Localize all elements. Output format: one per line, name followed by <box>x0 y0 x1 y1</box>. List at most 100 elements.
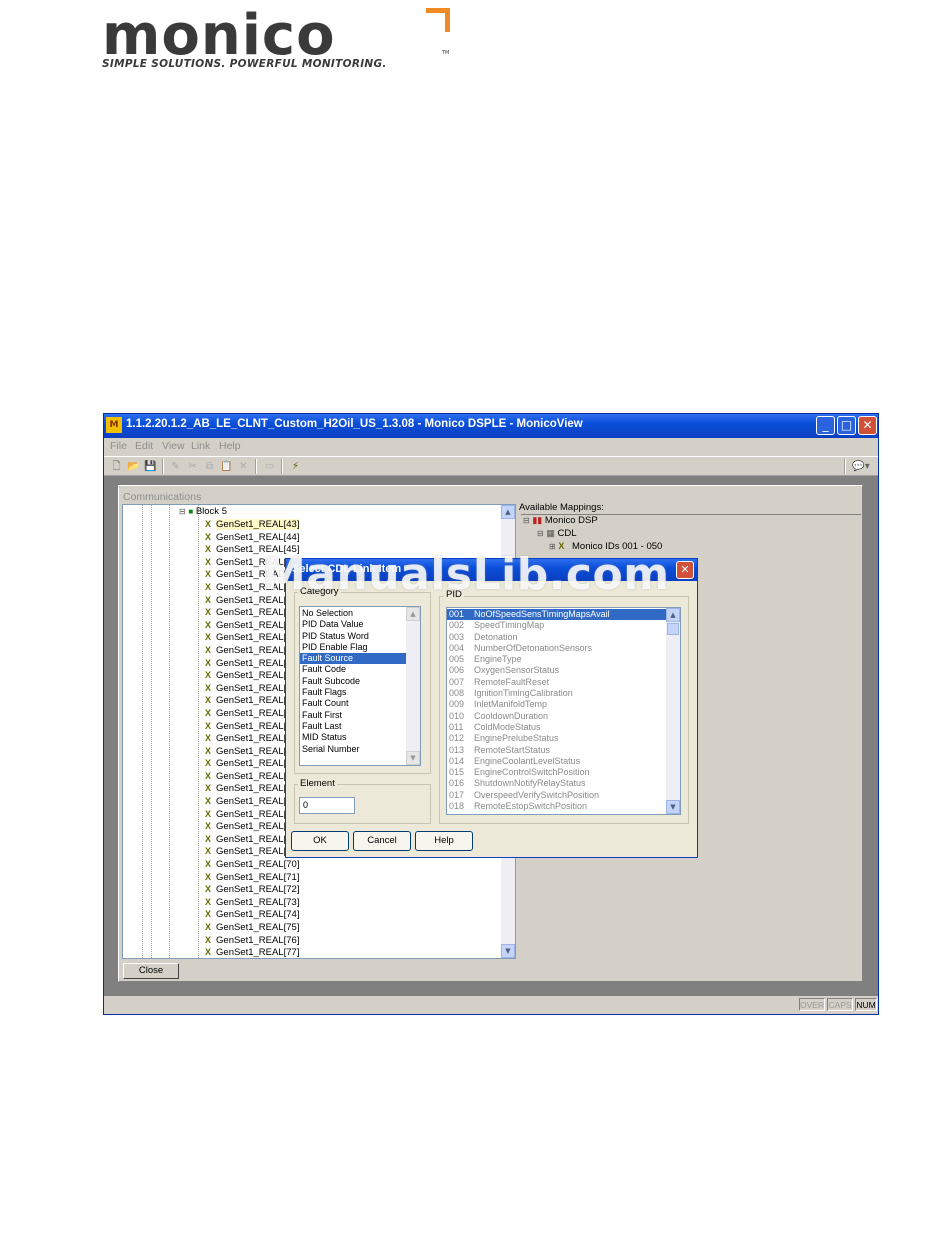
category-item[interactable]: PID Status Word <box>300 631 406 642</box>
edit-icon[interactable]: ✎ <box>168 459 183 474</box>
pid-item[interactable]: 016 ShutdownNotifyRelayStatus <box>447 778 666 789</box>
mapping-root-node[interactable]: ⊟ ▮▮ Monico DSP <box>523 515 598 526</box>
tag-x-icon: X <box>205 859 212 870</box>
category-item[interactable]: PID Data Value <box>300 619 406 630</box>
delete-icon[interactable]: ✕ <box>236 459 251 474</box>
pid-number: 010 <box>449 710 465 721</box>
minimize-button[interactable]: _ <box>816 416 835 435</box>
tag-x-icon: X <box>205 607 212 618</box>
category-item[interactable]: Fault Flags <box>300 687 406 698</box>
category-item[interactable]: Serial Number <box>300 744 406 755</box>
category-scrollbar[interactable]: ▲ ▼ <box>406 607 420 765</box>
tree-item[interactable]: X GenSet1_REAL[73] <box>205 896 299 909</box>
copy-icon[interactable]: ⧉ <box>202 459 217 474</box>
pid-item[interactable]: 006 OxygenSensorStatus <box>447 665 666 676</box>
tag-x-icon: X <box>205 909 212 920</box>
category-item[interactable]: Fault Last <box>300 721 406 732</box>
tree-item[interactable]: X GenSet1_REAL[75] <box>205 921 299 934</box>
scroll-up-icon[interactable]: ▲ <box>501 505 515 519</box>
mapping-cdl-node[interactable]: ⊟ ▦ CDL <box>537 528 577 539</box>
tree-item[interactable]: X GenSet1_REAL[71] <box>205 871 299 884</box>
pid-item[interactable]: 013 RemoteStartStatus <box>447 745 666 756</box>
save-icon[interactable]: 💾 <box>143 459 158 474</box>
pid-item[interactable]: 014 EngineCoolantLevelStatus <box>447 756 666 767</box>
tag-x-icon: X <box>205 758 212 769</box>
menu-link[interactable]: Link <box>191 440 210 452</box>
category-item[interactable]: PID Enable Flag <box>300 642 406 653</box>
tree-item[interactable]: X GenSet1_REAL[74] <box>205 908 299 921</box>
tree-item[interactable]: X GenSet1_REAL[77] <box>205 946 299 958</box>
pid-item[interactable]: 009 InletManifoldTemp <box>447 699 666 710</box>
menu-edit[interactable]: Edit <box>135 440 153 452</box>
tree-block-node[interactable]: ⊟ ■ Block 5 <box>179 506 227 517</box>
pid-item[interactable]: 018 RemoteEstopSwitchPosition <box>447 801 666 812</box>
new-icon[interactable]: 🗋 <box>109 459 124 474</box>
window-titlebar[interactable]: M 1.1.2.20.1.2_AB_LE_CLNT_Custom_H2Oil_U… <box>104 414 878 438</box>
pid-item[interactable]: 012 EnginePrelubeStatus <box>447 733 666 744</box>
ok-button[interactable]: OK <box>291 831 349 851</box>
pid-item[interactable]: 015 EngineControlSwitchPosition <box>447 767 666 778</box>
pid-item[interactable]: 007 RemoteFaultReset <box>447 677 666 688</box>
category-item[interactable]: Fault First <box>300 710 406 721</box>
menu-help[interactable]: Help <box>219 440 241 452</box>
pid-item[interactable]: 004 NumberOfDetonationSensors <box>447 643 666 654</box>
pid-list[interactable]: 001 NoOfSpeedSensTimingMapsAvail 002 SpeedT… <box>446 607 681 815</box>
pid-name: RemoteFaultReset <box>474 676 550 687</box>
tree-item[interactable]: X GenSet1_REAL[44] <box>205 531 299 544</box>
dialog-close-button[interactable]: ✕ <box>676 561 694 579</box>
scroll-up-icon[interactable]: ▲ <box>406 607 420 621</box>
category-item[interactable]: Fault Code <box>300 664 406 675</box>
menu-file[interactable]: File <box>110 440 127 452</box>
pid-item[interactable]: 001 NoOfSpeedSensTimingMapsAvail <box>447 609 666 621</box>
cut-icon[interactable]: ✂ <box>185 459 200 474</box>
collapse-icon[interactable]: ⊟ <box>523 516 530 525</box>
tree-item-label: GenSet1_REAL[75] <box>216 922 300 933</box>
help-button[interactable]: Help <box>415 831 473 851</box>
scroll-thumb[interactable] <box>667 623 679 635</box>
scroll-down-icon[interactable]: ▼ <box>501 944 515 958</box>
scroll-down-icon[interactable]: ▼ <box>666 800 680 814</box>
tree-item[interactable]: X GenSet1_REAL[72] <box>205 883 299 896</box>
pid-item[interactable]: 010 CooldownDuration <box>447 711 666 722</box>
pid-item[interactable]: 008 IgnitionTimingCalibration <box>447 688 666 699</box>
chat-icon[interactable]: 💬▾ <box>850 459 872 474</box>
category-item[interactable]: MID Status <box>300 732 406 743</box>
element-label: Element <box>298 778 337 789</box>
category-item[interactable]: Fault Source <box>300 653 406 665</box>
element-input[interactable]: 0 <box>299 797 355 814</box>
pid-name: IgnitionTimingCalibration <box>474 688 573 699</box>
scroll-up-icon[interactable]: ▲ <box>666 608 680 622</box>
category-list[interactable]: No Selection PID Data Value PID Status Wor… <box>299 606 421 766</box>
pid-scrollbar[interactable]: ▲ ▼ <box>666 608 680 814</box>
pid-item[interactable]: 017 OverspeedVerifySwitchPosition <box>447 790 666 801</box>
tree-item[interactable]: X GenSet1_REAL[70] <box>205 858 299 871</box>
window-icon[interactable]: ▭ <box>262 459 277 474</box>
tree-item[interactable]: X GenSet1_REAL[43] <box>205 518 300 531</box>
collapse-icon[interactable]: ⊟ <box>179 507 186 516</box>
menu-bar: File Edit View Link Help <box>104 438 878 456</box>
pid-item[interactable]: 011 ColdModeStatus <box>447 722 666 733</box>
paste-icon[interactable]: 📋 <box>219 459 234 474</box>
collapse-icon[interactable]: ⊟ <box>537 529 544 538</box>
lightning-icon[interactable]: ⚡ <box>288 459 303 474</box>
open-icon[interactable]: 📂 <box>126 459 141 474</box>
close-window-button[interactable]: ✕ <box>858 416 877 435</box>
scroll-down-icon[interactable]: ▼ <box>406 751 420 765</box>
pid-item[interactable]: 003 Detonation <box>447 632 666 643</box>
tag-x-icon: X <box>205 846 212 857</box>
toolbar: 🗋 📂 💾 ✎ ✂ ⧉ 📋 ✕ ▭ ⚡ 💬▾ <box>104 456 878 476</box>
pid-item[interactable]: 002 SpeedTimingMap <box>447 620 666 631</box>
category-item[interactable]: No Selection <box>300 608 406 619</box>
category-item[interactable]: Fault Subcode <box>300 676 406 687</box>
menu-view[interactable]: View <box>162 440 185 452</box>
logo-wordmark: monico <box>102 3 336 68</box>
logo-accent-bracket <box>426 8 450 32</box>
tree-item[interactable]: X GenSet1_REAL[76] <box>205 934 299 947</box>
pid-name: InletManifoldTemp <box>474 699 548 710</box>
category-item[interactable]: Fault Count <box>300 698 406 709</box>
close-button[interactable]: Close <box>123 963 179 979</box>
tag-x-icon: X <box>205 581 212 592</box>
pid-item[interactable]: 005 EngineType <box>447 654 666 665</box>
cancel-button[interactable]: Cancel <box>353 831 411 851</box>
maximize-button[interactable]: □ <box>837 416 856 435</box>
